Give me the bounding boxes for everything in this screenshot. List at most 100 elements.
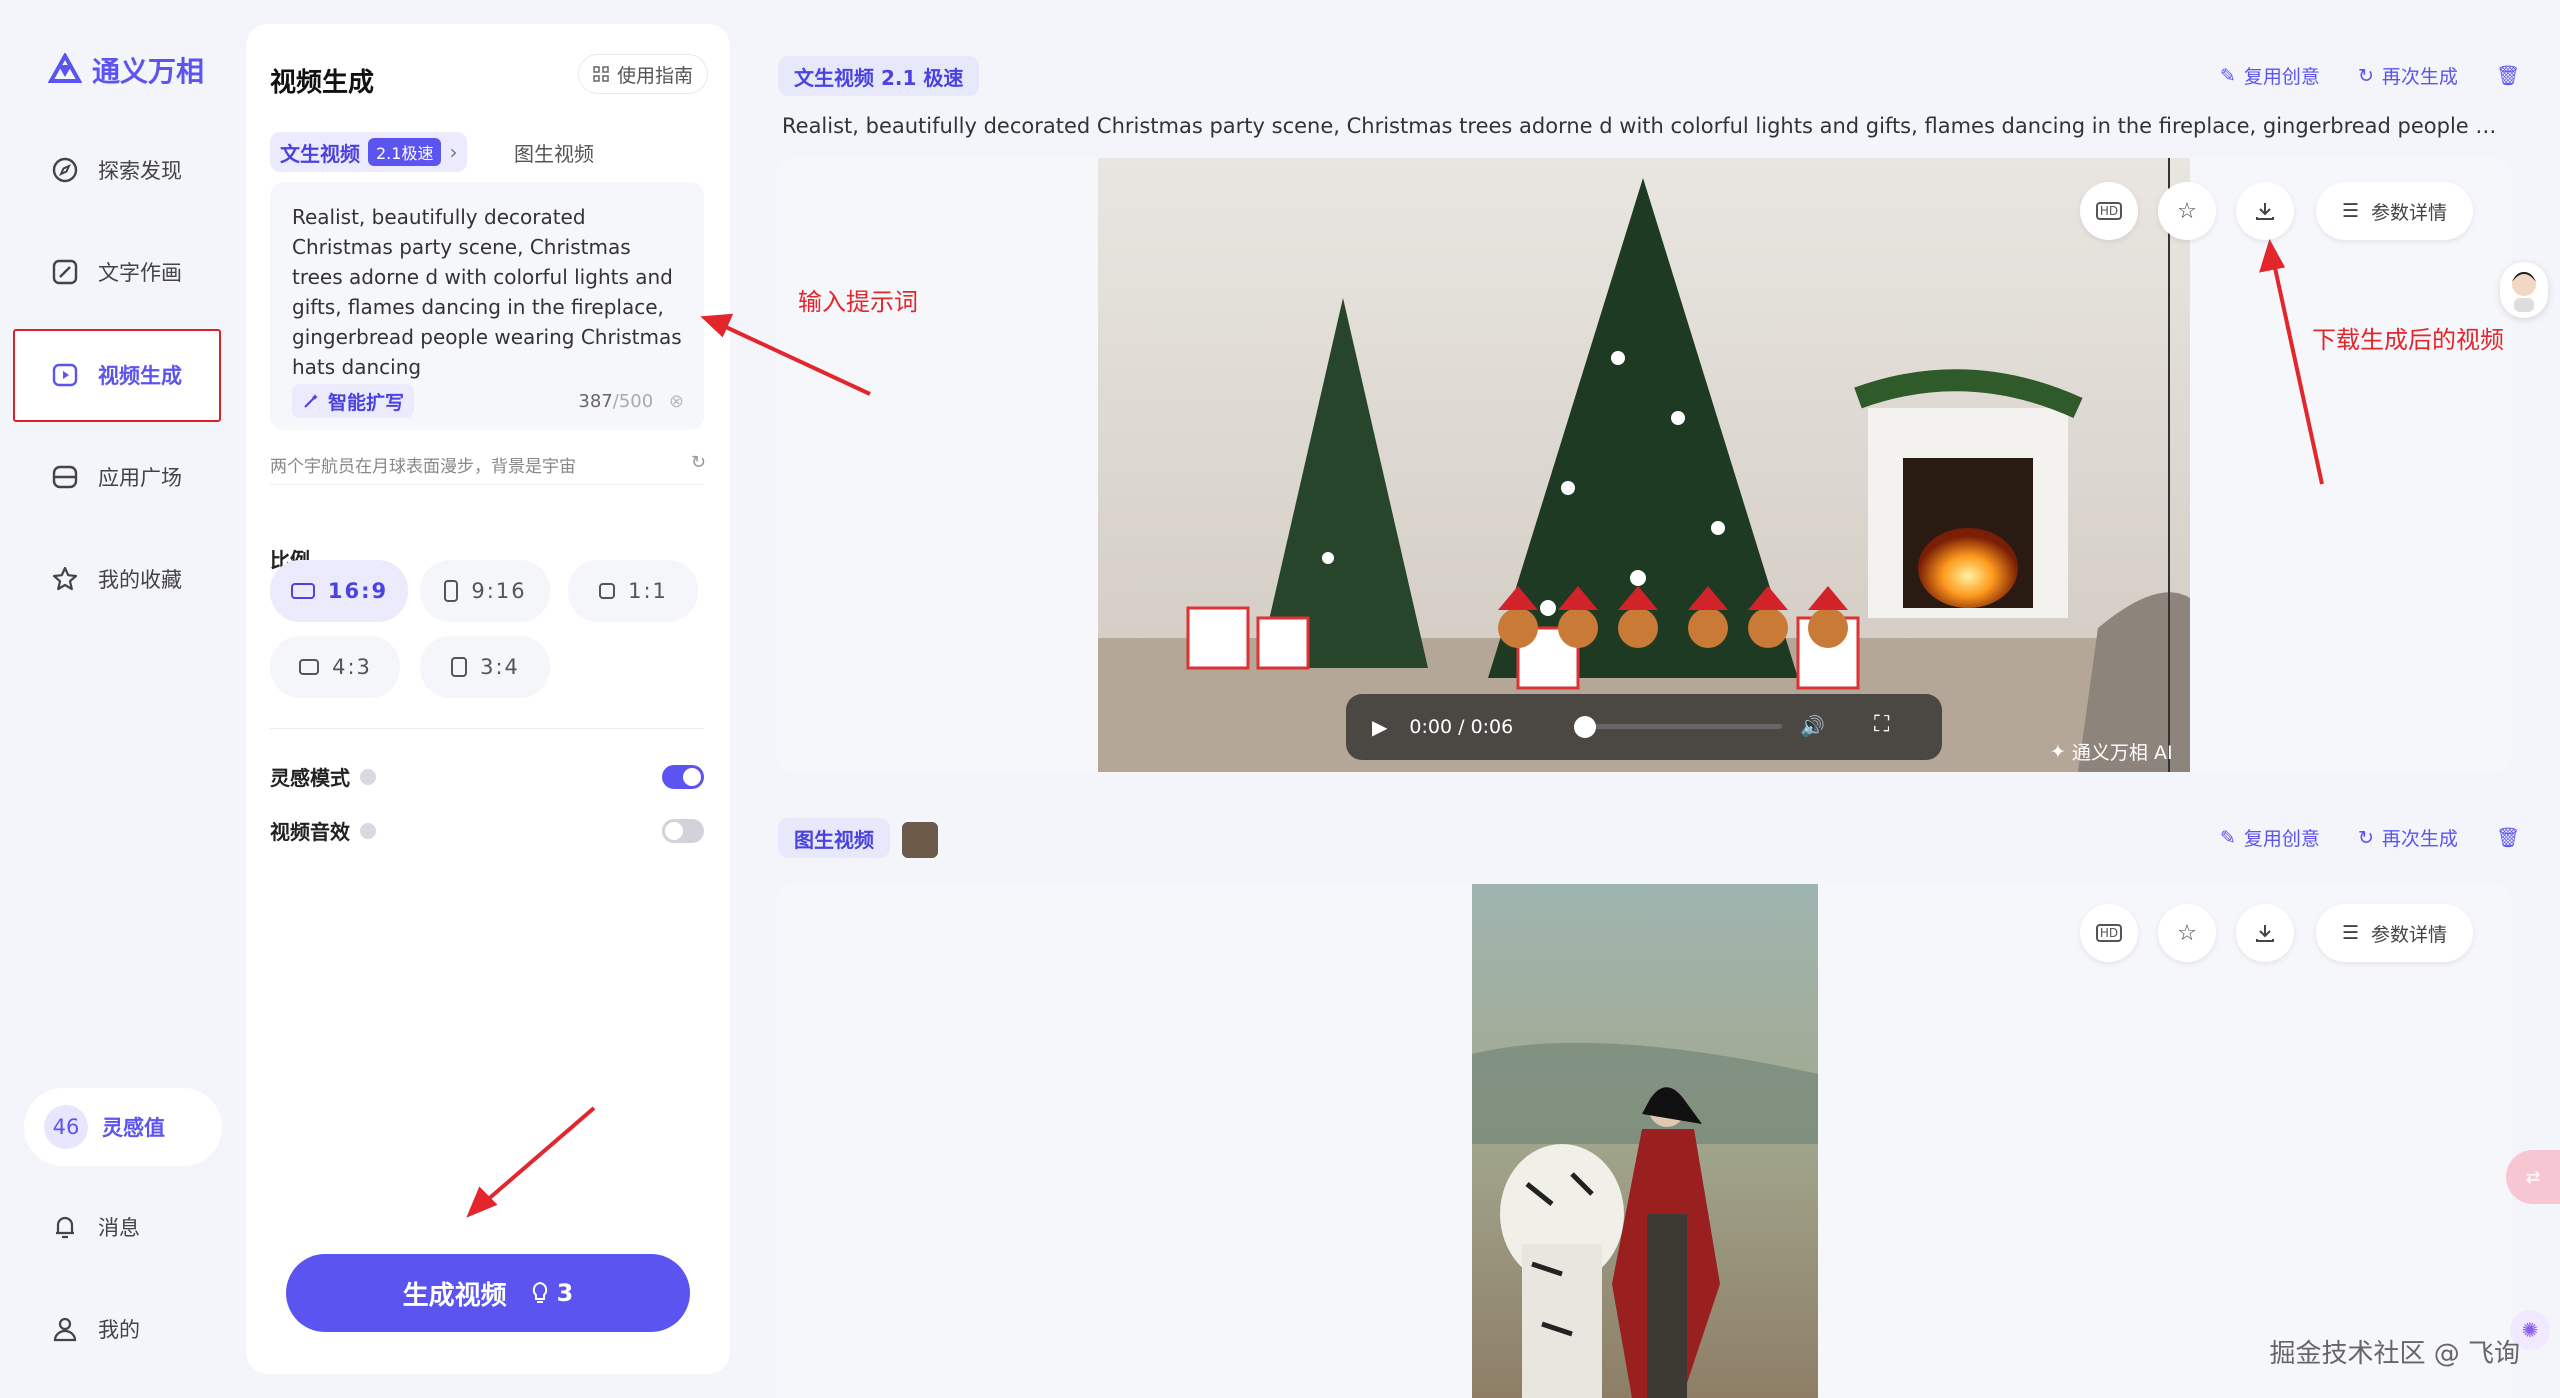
source-thumbnail[interactable] bbox=[902, 822, 938, 858]
favorite-button[interactable]: ☆ bbox=[2158, 182, 2216, 240]
params-label: 参数详情 bbox=[2371, 923, 2448, 946]
lightbulb-icon bbox=[532, 1281, 547, 1303]
sidebar-item-text-to-image[interactable]: 文字作画 bbox=[50, 257, 182, 287]
hd-button[interactable]: HD bbox=[2080, 904, 2138, 962]
portrait-icon bbox=[444, 580, 459, 602]
prompt-box[interactable]: Realist, beautifully decorated Christmas… bbox=[270, 182, 704, 430]
params-button[interactable]: ☰ 参数详情 bbox=[2316, 182, 2474, 240]
tab-text-to-video[interactable]: 文生视频 2.1极速 › bbox=[270, 132, 468, 172]
reuse-button[interactable]: ✎ 复用创意 bbox=[2220, 62, 2320, 89]
sidebar-item-label: 应用广场 bbox=[98, 466, 182, 490]
toggle-label: 灵感模式 bbox=[270, 766, 350, 790]
time-separator: / bbox=[1458, 716, 1465, 738]
download-button[interactable] bbox=[2236, 904, 2294, 962]
ratio-label: 4:3 bbox=[332, 655, 372, 679]
sidebar-item-favorites[interactable]: 我的收藏 bbox=[50, 564, 182, 594]
delete-button[interactable]: 🗑 bbox=[2496, 826, 2520, 849]
clear-icon[interactable]: ⊗ bbox=[669, 391, 684, 412]
prompt-input[interactable]: Realist, beautifully decorated Christmas… bbox=[292, 202, 682, 382]
reuse-label: 复用创意 bbox=[2243, 828, 2320, 850]
sound-effect-toggle[interactable] bbox=[662, 818, 704, 843]
char-count: 387/500 ⊗ bbox=[578, 391, 684, 412]
credit-label: 灵感值 bbox=[102, 1116, 165, 1140]
hd-button[interactable]: HD bbox=[2080, 182, 2138, 240]
reuse-button[interactable]: ✎ 复用创意 bbox=[2220, 824, 2320, 851]
landscape-icon bbox=[290, 583, 315, 599]
video-card: HD ☆ ☰ 参数详情 bbox=[776, 884, 2512, 1398]
avatar-icon bbox=[2512, 272, 2536, 312]
footer-watermark: 掘金技术社区 @ 飞询 bbox=[2269, 1339, 2520, 1369]
ratio-1-1[interactable]: 1:1 bbox=[568, 560, 698, 622]
logo-icon: ✦ bbox=[2050, 740, 2066, 763]
progress-track[interactable] bbox=[1582, 724, 1782, 729]
regenerate-button[interactable]: ↻ 再次生成 bbox=[2358, 62, 2458, 89]
sidebar-item-label: 我的 bbox=[98, 1318, 140, 1342]
prompt-suggestion[interactable]: 两个宇航员在月球表面漫步，背景是宇宙 bbox=[270, 452, 576, 477]
logo-icon bbox=[48, 53, 82, 83]
params-button[interactable]: ☰ 参数详情 bbox=[2316, 904, 2474, 962]
ratio-9-16[interactable]: 9:16 bbox=[420, 560, 550, 622]
sidebar-item-label: 视频生成 bbox=[98, 364, 182, 388]
video-thumbnail[interactable] bbox=[1098, 158, 2190, 772]
result-tag: 文生视频 2.1 极速 bbox=[778, 56, 980, 96]
generate-cost: 3 bbox=[531, 1279, 573, 1307]
video-thumbnail[interactable] bbox=[1472, 884, 1818, 1398]
annotation-download: 下载生成后的视频 bbox=[2312, 326, 2504, 354]
annotation-prompt: 输入提示词 bbox=[798, 288, 918, 316]
tab-label: 文生视频 bbox=[280, 141, 360, 166]
char-count-max: /500 bbox=[612, 391, 654, 412]
app-logo[interactable]: 通义万相 bbox=[48, 50, 204, 90]
guide-button[interactable]: 使用指南 bbox=[577, 54, 708, 94]
refresh-icon[interactable]: ↻ bbox=[691, 452, 706, 473]
info-icon[interactable] bbox=[360, 768, 376, 785]
translate-icon[interactable]: ⇄ bbox=[2506, 1150, 2560, 1204]
inspiration-mode-toggle[interactable] bbox=[662, 764, 704, 789]
bell-icon bbox=[50, 1212, 80, 1242]
redo-icon: ↻ bbox=[2357, 64, 2374, 87]
download-button[interactable] bbox=[2236, 182, 2294, 240]
delete-button[interactable]: 🗑 bbox=[2496, 64, 2520, 87]
star-icon: ☆ bbox=[2177, 920, 2197, 946]
progress-thumb[interactable] bbox=[1574, 716, 1596, 738]
video-edge bbox=[2168, 158, 2170, 772]
info-icon[interactable] bbox=[360, 822, 376, 839]
compass-icon bbox=[50, 155, 80, 185]
landscape-icon bbox=[299, 659, 320, 675]
panel-title: 视频生成 bbox=[270, 68, 375, 98]
inspiration-mode-row: 灵感模式 bbox=[270, 762, 704, 791]
time-display: 0:00 / 0:06 bbox=[1409, 716, 1513, 738]
sidebar-item-messages[interactable]: 消息 bbox=[50, 1212, 140, 1242]
ratio-label: 16:9 bbox=[327, 579, 389, 603]
generation-panel: 视频生成 使用指南 文生视频 2.1极速 › 图生视频 Realist, bea… bbox=[246, 24, 730, 1374]
ratio-16-9[interactable]: 16:9 bbox=[270, 560, 408, 622]
logo-watermark-text: 通义万相 AI bbox=[2071, 742, 2173, 764]
ratio-4-3[interactable]: 4:3 bbox=[270, 636, 400, 698]
list-icon: ☰ bbox=[2342, 922, 2360, 944]
smart-expand-button[interactable]: 智能扩写 bbox=[292, 384, 415, 418]
sidebar-item-app-square[interactable]: 应用广场 bbox=[50, 462, 182, 492]
sidebar-item-explore[interactable]: 探索发现 bbox=[50, 155, 182, 185]
tab-image-to-video[interactable]: 图生视频 bbox=[514, 132, 594, 172]
ratio-3-4[interactable]: 3:4 bbox=[420, 636, 550, 698]
sidebar-item-label: 我的收藏 bbox=[98, 568, 182, 592]
fullscreen-icon[interactable]: ⛶ bbox=[1874, 712, 1889, 737]
credit-badge[interactable]: 46 灵感值 bbox=[24, 1088, 222, 1166]
sidebar-item-label: 消息 bbox=[98, 1216, 140, 1240]
assistant-avatar[interactable] bbox=[2500, 262, 2548, 318]
favorite-button[interactable]: ☆ bbox=[2158, 904, 2216, 962]
reuse-label: 复用创意 bbox=[2243, 66, 2320, 88]
regenerate-button[interactable]: ↻ 再次生成 bbox=[2358, 824, 2458, 851]
credit-value: 46 bbox=[44, 1105, 88, 1149]
divider bbox=[270, 484, 704, 485]
hd-icon: HD bbox=[2095, 202, 2123, 220]
sidebar-item-video[interactable]: 视频生成 bbox=[50, 360, 182, 390]
ratio-label: 1:1 bbox=[628, 579, 668, 603]
play-icon[interactable]: ▶ bbox=[1372, 715, 1387, 739]
sidebar-item-profile[interactable]: 我的 bbox=[50, 1314, 140, 1344]
result-actions: ✎ 复用创意 ↻ 再次生成 🗑 bbox=[2220, 824, 2520, 851]
generate-video-button[interactable]: 生成视频 3 bbox=[286, 1254, 690, 1332]
divider bbox=[270, 728, 704, 729]
params-label: 参数详情 bbox=[2371, 201, 2448, 224]
result-prompt: Realist, beautifully decorated Christmas… bbox=[782, 114, 2512, 138]
volume-icon[interactable]: 🔊 bbox=[1800, 714, 1825, 738]
